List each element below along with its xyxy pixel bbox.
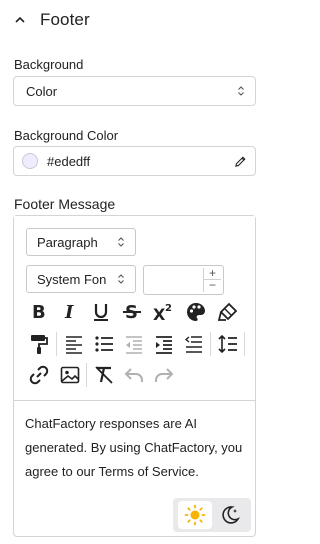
- undo-icon[interactable]: [122, 363, 146, 387]
- section-header-footer[interactable]: Footer: [14, 10, 90, 30]
- paint-roller-icon[interactable]: [27, 332, 51, 356]
- line-height-icon[interactable]: [216, 332, 240, 356]
- clear-format-icon[interactable]: [92, 363, 116, 387]
- svg-text:I: I: [64, 302, 74, 323]
- underline-icon[interactable]: [89, 300, 113, 324]
- font-family-select[interactable]: System Fon: [26, 265, 136, 293]
- select-arrows-icon: [118, 237, 124, 247]
- select-arrows-icon: [118, 274, 124, 284]
- sun-icon: [184, 504, 205, 526]
- footer-message-text[interactable]: ChatFactory responses are AI generated. …: [25, 412, 247, 484]
- font-size-stepper[interactable]: + −: [203, 267, 221, 292]
- highlighter-icon[interactable]: [216, 300, 240, 324]
- light-theme-button[interactable]: [177, 501, 212, 529]
- toolbar-divider: [86, 363, 87, 387]
- toolbar-divider: [210, 332, 211, 356]
- palette-icon[interactable]: [184, 300, 208, 324]
- link-icon[interactable]: [27, 363, 51, 387]
- background-color-field[interactable]: #ededff: [13, 146, 256, 176]
- block-format-select[interactable]: Paragraph: [26, 228, 136, 256]
- section-title: Footer: [40, 10, 90, 29]
- background-select[interactable]: Color: [13, 76, 256, 106]
- svg-text:B: B: [32, 302, 46, 323]
- italic-icon[interactable]: I: [58, 300, 82, 324]
- dark-theme-button[interactable]: [213, 501, 247, 529]
- footer-message-editor[interactable]: Paragraph System Fon + − B I S X2 ChatFa…: [13, 215, 256, 537]
- block-format-value: Paragraph: [37, 234, 98, 250]
- footer-message-label: Footer Message: [14, 196, 116, 212]
- decrement-button[interactable]: −: [204, 279, 221, 292]
- bold-icon[interactable]: B: [27, 300, 51, 324]
- moon-icon: [221, 506, 240, 524]
- editor-toolbar: Paragraph System Fon + − B I S X2: [14, 216, 255, 401]
- theme-toggle: [173, 498, 251, 532]
- font-size-input[interactable]: + −: [143, 265, 224, 295]
- rtl-text-icon[interactable]: [182, 332, 206, 356]
- select-arrows-icon: [238, 86, 244, 96]
- background-select-value: Color: [26, 83, 58, 99]
- outdent-icon[interactable]: [122, 332, 146, 356]
- image-icon[interactable]: [58, 363, 82, 387]
- pencil-icon[interactable]: [234, 155, 247, 168]
- background-color-label: Background Color: [14, 128, 119, 143]
- superscript-icon[interactable]: X2: [151, 300, 175, 324]
- background-color-value: #ededff: [47, 153, 91, 169]
- color-swatch[interactable]: [22, 153, 38, 169]
- background-label: Background: [14, 57, 84, 72]
- toolbar-divider: [244, 332, 245, 356]
- redo-icon[interactable]: [152, 363, 176, 387]
- indent-icon[interactable]: [152, 332, 176, 356]
- strikethrough-icon[interactable]: S: [120, 300, 144, 324]
- align-left-icon[interactable]: [62, 332, 86, 356]
- svg-text:2: 2: [165, 303, 172, 314]
- chevron-up-icon[interactable]: [14, 14, 26, 26]
- font-family-value: System Fon: [37, 271, 107, 287]
- toolbar-divider: [56, 332, 57, 356]
- bulleted-list-icon[interactable]: [92, 332, 116, 356]
